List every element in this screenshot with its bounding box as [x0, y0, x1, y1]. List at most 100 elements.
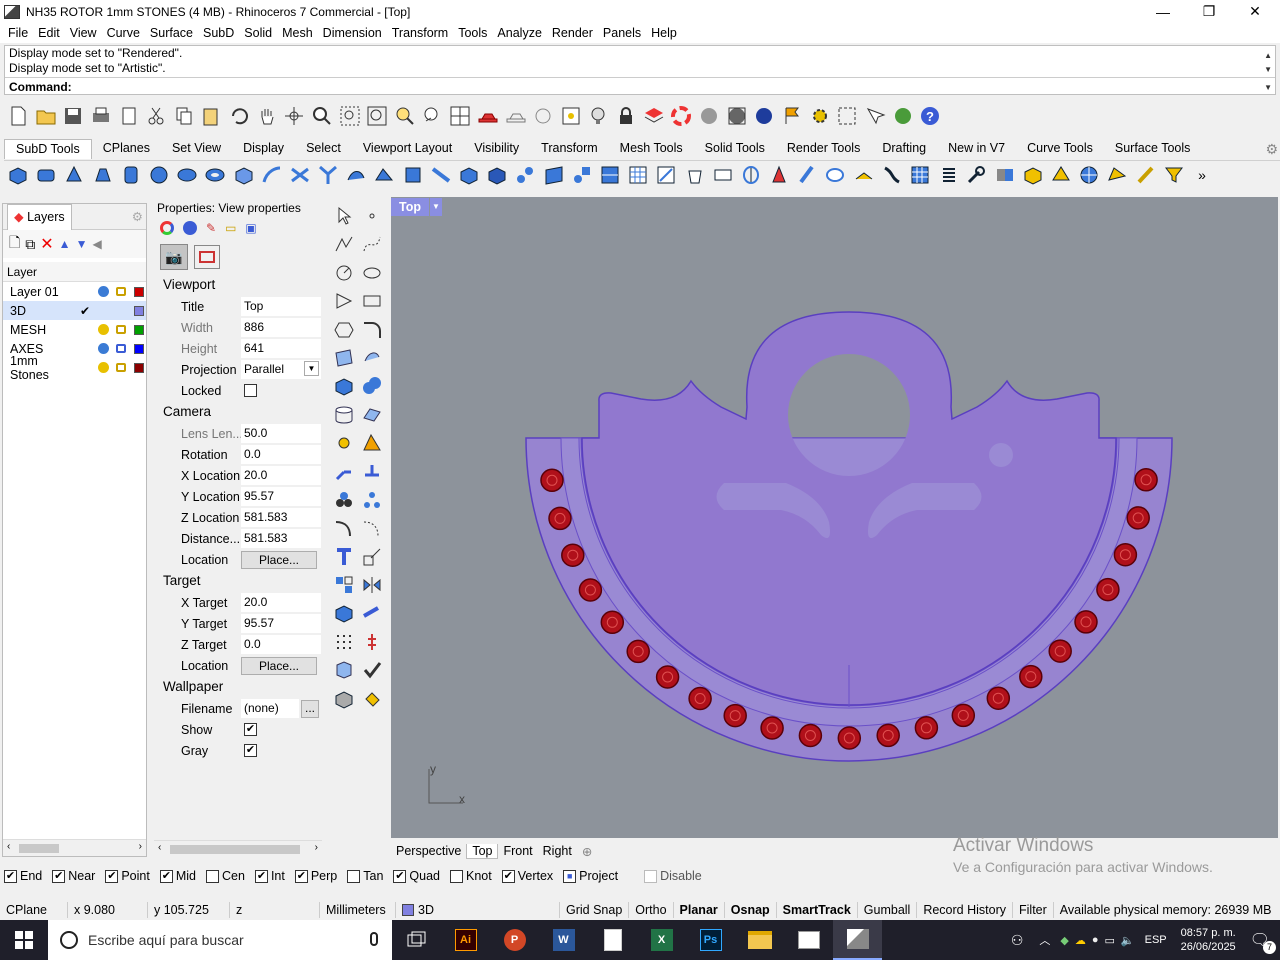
volume-icon[interactable]: 🔈 [1121, 934, 1135, 947]
copy-icon[interactable] [170, 103, 198, 129]
tab-right[interactable]: Right [538, 844, 577, 858]
move-layer-up-icon[interactable]: ▲ [59, 237, 71, 251]
select-arrow-icon[interactable] [330, 203, 358, 231]
tab-solid-tools[interactable]: Solid Tools [694, 139, 776, 159]
osnap-perp[interactable]: ✔ Perp [294, 869, 337, 883]
new-file-icon[interactable] [4, 103, 32, 129]
osnap-quad[interactable]: ✔ Quad [393, 869, 440, 883]
tab-surface-tools[interactable]: Surface Tools [1104, 139, 1202, 159]
task-view-icon[interactable] [392, 920, 441, 960]
z-target-field[interactable]: 0.0 [241, 635, 321, 654]
group-icon[interactable] [330, 487, 358, 515]
globe-icon[interactable] [889, 103, 917, 129]
render-blue-sphere-icon[interactable] [750, 103, 778, 129]
mesh-plane-icon[interactable] [358, 402, 386, 430]
title-field[interactable]: Top [241, 297, 321, 316]
subd-reflect-icon[interactable] [765, 162, 793, 188]
layer-row[interactable]: MESH [3, 320, 146, 339]
help-icon[interactable]: ? [916, 103, 944, 129]
stone[interactable] [1096, 577, 1120, 602]
osnap-checkbox[interactable]: ✔ [254, 869, 268, 883]
units-label[interactable]: Millimeters [320, 902, 396, 918]
flag-icon[interactable] [778, 103, 806, 129]
menu-transform[interactable]: Transform [387, 26, 454, 40]
layer-icon[interactable] [640, 103, 668, 129]
cursor-grid-icon[interactable] [861, 103, 889, 129]
network-icon[interactable]: ▭ [1105, 934, 1115, 947]
menu-view[interactable]: View [65, 26, 102, 40]
subd-solid-box-icon[interactable] [483, 162, 511, 188]
pan-hand-icon[interactable] [253, 103, 281, 129]
target-place-button[interactable]: Place... [241, 656, 317, 675]
dimension-alt-icon[interactable] [358, 459, 386, 487]
filter-toggle[interactable]: Filter [1013, 902, 1054, 918]
subd-convert-icon[interactable] [991, 162, 1019, 188]
light-bulb-icon[interactable] [584, 103, 612, 129]
subd-ruler-icon[interactable] [709, 162, 737, 188]
projection-select[interactable]: Parallel ▼ [241, 360, 321, 379]
tab-set-view[interactable]: Set View [161, 139, 232, 159]
filename-field[interactable]: (none) [241, 699, 299, 718]
subd-cylinder-icon[interactable] [32, 162, 60, 188]
fillet-icon[interactable] [358, 317, 386, 345]
menu-file[interactable]: File [3, 26, 33, 40]
layers-horizontal-scrollbar[interactable]: ‹ › [3, 839, 146, 856]
ortho-toggle[interactable]: Ortho [629, 902, 674, 918]
subd-tools-icon[interactable] [850, 162, 878, 188]
extrude-surface-icon[interactable] [358, 345, 386, 373]
menu-analyze[interactable]: Analyze [492, 26, 546, 40]
people-icon[interactable]: ⚇ [1011, 932, 1024, 949]
subd-loft-icon[interactable] [258, 162, 286, 188]
scroll-down-icon[interactable]: ▼ [1264, 62, 1272, 77]
osnap-point[interactable]: ✔ Point [105, 869, 150, 883]
stone[interactable] [1126, 506, 1150, 530]
layer-color-swatch[interactable] [134, 324, 144, 335]
distance-field[interactable]: 581.583 [241, 529, 321, 548]
close-button[interactable]: ✕ [1232, 0, 1278, 23]
show-checkbox[interactable]: ✔ [244, 723, 257, 736]
polygon-icon[interactable] [330, 288, 358, 316]
snap-grid-icon[interactable] [833, 103, 861, 129]
curve-icon[interactable] [358, 231, 386, 259]
stone[interactable] [1074, 610, 1098, 634]
osnap-knot[interactable]: Knot [450, 869, 492, 883]
stone[interactable] [986, 686, 1011, 710]
stone[interactable] [688, 686, 712, 711]
lens-length-field[interactable]: 50.0 [241, 424, 321, 443]
subd-cap-icon[interactable] [821, 162, 849, 188]
move-layer-down-icon[interactable]: ▼ [76, 237, 88, 251]
zoom-window-icon[interactable] [336, 103, 364, 129]
rectangle-icon[interactable] [358, 288, 386, 316]
tab-transform[interactable]: Transform [530, 139, 609, 159]
new-layer-icon[interactable]: 🗋 [9, 232, 20, 256]
stone[interactable] [548, 506, 572, 531]
layer-color-swatch[interactable] [134, 362, 144, 373]
tab-viewport-layout[interactable]: Viewport Layout [352, 139, 463, 159]
subd-mesh-grid-icon[interactable] [624, 162, 652, 188]
tab-mesh-tools[interactable]: Mesh Tools [609, 139, 694, 159]
excel-icon[interactable]: X [637, 920, 686, 960]
illustrator-icon[interactable]: Ai [441, 920, 490, 960]
tray-cloud-icon[interactable]: ☁ [1075, 934, 1086, 947]
stone[interactable] [561, 543, 585, 567]
tab-top[interactable]: Top [466, 843, 499, 859]
clock[interactable]: 08:57 p. m. 26/06/2025 [1181, 926, 1236, 954]
x-target-field[interactable]: 20.0 [241, 593, 321, 612]
stone[interactable] [600, 610, 625, 635]
tab-new-in-v7[interactable]: New in V7 [937, 139, 1016, 159]
scroll-up-icon[interactable]: ▲ [1264, 48, 1272, 63]
word-icon[interactable]: W [539, 920, 588, 960]
subd-fill-icon[interactable] [455, 162, 483, 188]
save-icon[interactable] [59, 103, 87, 129]
tab-cplanes[interactable]: CPlanes [92, 139, 161, 159]
gumball-toggle[interactable]: Gumball [858, 902, 918, 918]
zoom-extents-icon[interactable] [363, 103, 391, 129]
subd-insert-edge-icon[interactable] [596, 162, 624, 188]
layer-visible-bulb-icon[interactable] [98, 286, 109, 297]
stone[interactable] [1019, 664, 1043, 689]
stone[interactable] [798, 723, 823, 748]
decal-tab-icon[interactable]: ✎ [206, 221, 216, 235]
history-icon[interactable] [358, 629, 386, 657]
z-location-field[interactable]: 581.583 [241, 508, 321, 527]
stone[interactable] [655, 665, 680, 689]
